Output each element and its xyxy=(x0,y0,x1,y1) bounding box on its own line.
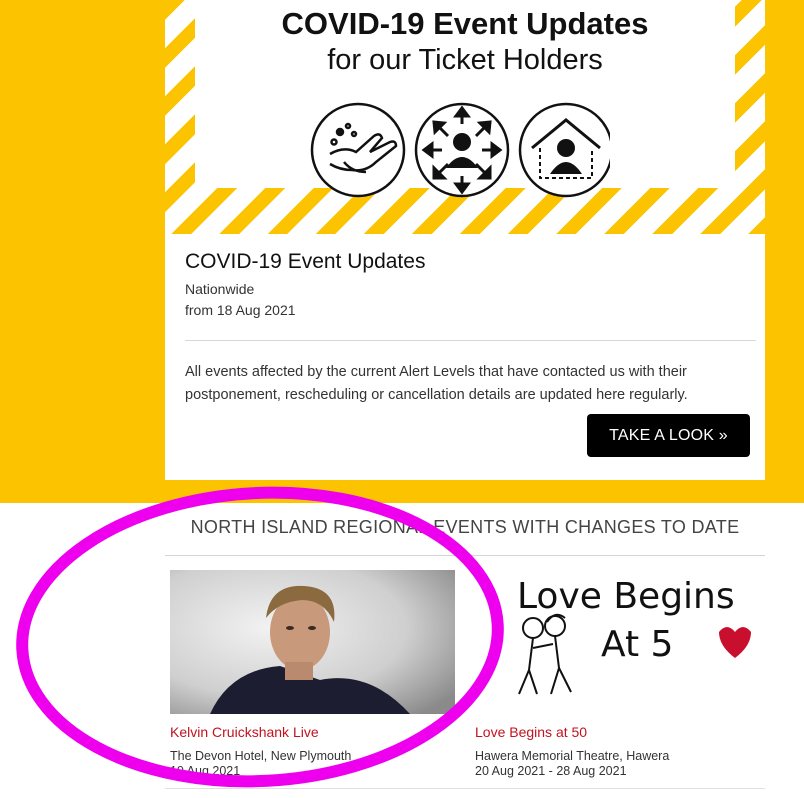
heart-icon xyxy=(719,627,751,658)
tile-venue-kelvin: The Devon Hotel, New Plymouth xyxy=(170,749,352,763)
hero-title: COVID-19 Event Updates xyxy=(281,6,649,41)
event-location: Nationwide xyxy=(185,281,255,297)
card-divider xyxy=(185,340,756,341)
hero-banner[interactable]: COVID-19 Event Updates for our Ticket Ho… xyxy=(165,0,765,234)
tile-title-love-begins[interactable]: Love Begins at 50 xyxy=(475,724,587,740)
hero-icons xyxy=(310,102,610,198)
take-a-look-button[interactable]: TAKE A LOOK » xyxy=(587,414,750,457)
tile-dates-kelvin: 19 Aug 2021 xyxy=(170,764,241,778)
stay-home-icon xyxy=(518,102,610,198)
tile-dates-love-begins: 20 Aug 2021 - 28 Aug 2021 xyxy=(475,764,627,778)
hero-subtitle: for our Ticket Holders xyxy=(327,44,603,76)
love-begins-poster[interactable]: Love Begins At 5 xyxy=(475,570,765,714)
event-title[interactable]: COVID-19 Event Updates xyxy=(185,250,425,274)
kelvin-cruickshank-photo[interactable] xyxy=(170,570,455,714)
event-date: from 18 Aug 2021 xyxy=(185,302,296,318)
portrait-image xyxy=(170,570,455,714)
bottom-divider xyxy=(165,788,765,789)
tile-venue-love-begins: Hawera Memorial Theatre, Hawera xyxy=(475,749,670,763)
hand-washing-icon xyxy=(310,102,406,198)
tile-title-kelvin[interactable]: Kelvin Cruickshank Live xyxy=(170,724,319,740)
couple-figures-icon xyxy=(518,613,572,695)
social-distancing-icon xyxy=(414,102,510,198)
covid-update-card: COVID-19 Event Updates for our Ticket Ho… xyxy=(165,0,765,480)
section-heading: NORTH ISLAND REGIONAL EVENTS WITH CHANGE… xyxy=(190,517,740,537)
section-divider xyxy=(165,555,765,556)
poster-text-line2: At 5 xyxy=(601,624,673,665)
event-description: All events affected by the current Alert… xyxy=(185,364,688,403)
poster-text-line1: Love Begins xyxy=(517,576,735,617)
poster-image: Love Begins At 5 xyxy=(517,576,751,695)
